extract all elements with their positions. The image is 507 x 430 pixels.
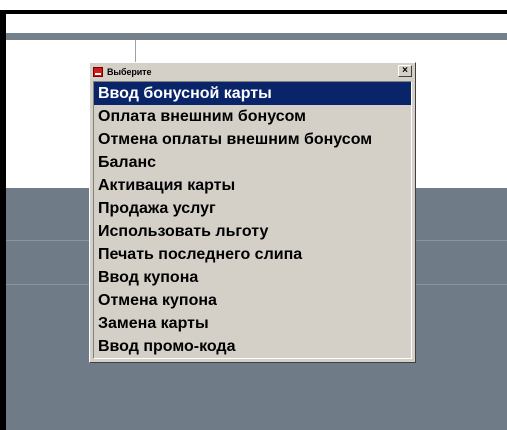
- header-strip: [6, 33, 507, 40]
- list-item-cancel-coupon[interactable]: Отмена купона: [94, 289, 411, 312]
- list-item-promo-code-entry[interactable]: Ввод промо-кода: [94, 335, 411, 358]
- close-icon: ×: [402, 65, 408, 76]
- app-screen: Выберите × Ввод бонусной карты Оплата вн…: [0, 0, 507, 430]
- choice-dialog: Выберите × Ввод бонусной карты Оплата вн…: [89, 62, 416, 363]
- list-item-services-sale[interactable]: Продажа услуг: [94, 197, 411, 220]
- window-frame-top: [0, 10, 507, 14]
- close-button[interactable]: ×: [398, 65, 412, 77]
- list-item-balance[interactable]: Баланс: [94, 151, 411, 174]
- app-icon: [93, 67, 103, 77]
- list-item-external-bonus-payment[interactable]: Оплата внешним бонусом: [94, 105, 411, 128]
- list-item-use-benefit[interactable]: Использовать льготу: [94, 220, 411, 243]
- list-item-bonus-card-entry[interactable]: Ввод бонусной карты: [94, 82, 411, 105]
- options-list[interactable]: Ввод бонусной карты Оплата внешним бонус…: [93, 81, 412, 359]
- window-frame-left: [0, 10, 6, 430]
- list-item-card-replacement[interactable]: Замена карты: [94, 312, 411, 335]
- list-item-cancel-external-bonus[interactable]: Отмена оплаты внешним бонусом: [94, 128, 411, 151]
- dialog-titlebar[interactable]: Выберите ×: [92, 65, 413, 79]
- list-item-card-activation[interactable]: Активация карты: [94, 174, 411, 197]
- top-band: [6, 14, 507, 34]
- list-item-print-last-slip[interactable]: Печать последнего слипа: [94, 243, 411, 266]
- list-item-coupon-entry[interactable]: Ввод купона: [94, 266, 411, 289]
- dialog-title: Выберите: [107, 67, 152, 77]
